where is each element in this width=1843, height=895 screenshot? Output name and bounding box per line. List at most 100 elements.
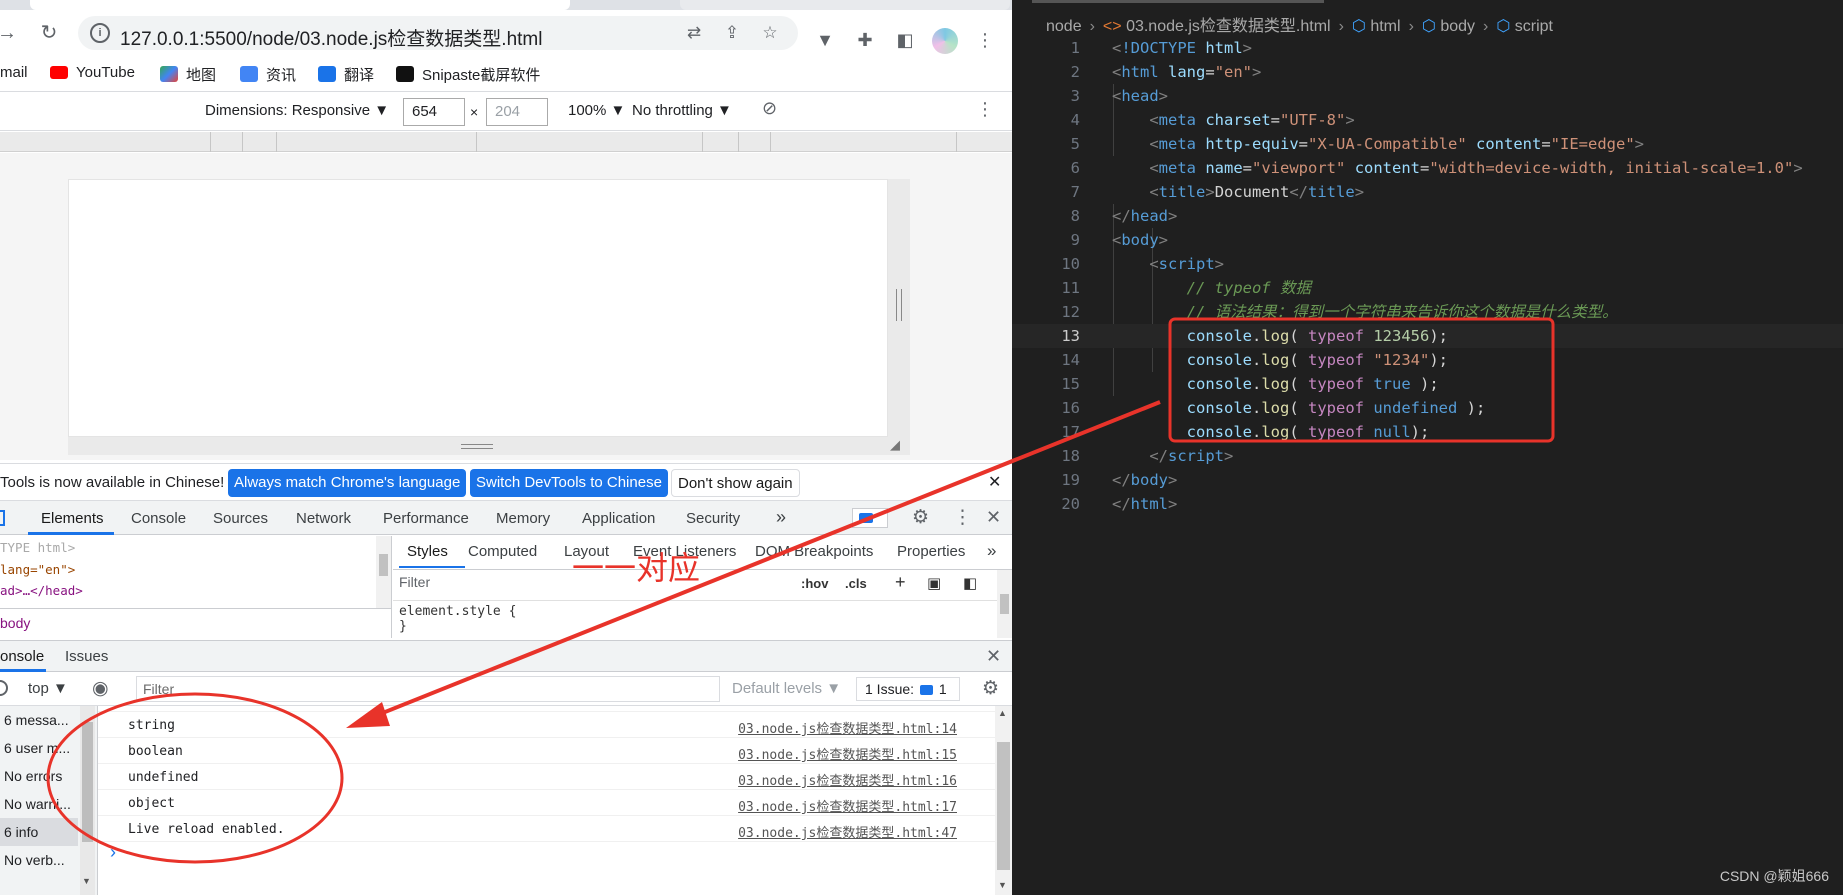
sidebar-item-messages[interactable]: 6 messa... — [0, 706, 78, 734]
dimensions-dropdown[interactable]: Dimensions: Responsive ▼ — [205, 102, 389, 119]
scroll-down-icon[interactable]: ▼ — [998, 880, 1007, 890]
source-link[interactable]: 03.node.js检查数据类型.html:17 — [738, 796, 957, 815]
browser-tab-inactive[interactable] — [680, 0, 1010, 10]
source-link[interactable]: 03.node.js检查数据类型.html:14 — [738, 718, 957, 737]
more-styles-tabs-icon[interactable]: » — [987, 541, 996, 561]
scroll-thumb[interactable] — [379, 554, 388, 576]
address-bar[interactable]: i 127.0.0.1:5500/node/03.node.js检查数据类型.h… — [78, 16, 798, 50]
tab-security[interactable]: Security — [686, 510, 740, 527]
switch-chinese-button[interactable]: Switch DevTools to Chinese — [470, 469, 668, 497]
tab-application[interactable]: Application — [582, 510, 655, 527]
dom-node-head[interactable]: ad>…</head> — [0, 583, 83, 598]
bookmark-translate[interactable]: 翻译 — [318, 64, 374, 85]
media-query-ruler[interactable] — [0, 132, 1012, 152]
class-toggle[interactable]: .cls — [845, 576, 867, 591]
issues-badge[interactable] — [852, 508, 888, 528]
crumb-script[interactable]: script — [1515, 18, 1553, 35]
tab-network[interactable]: Network — [296, 510, 351, 527]
dom-node-html[interactable]: lang="en"> — [0, 562, 75, 577]
scroll-thumb[interactable] — [1000, 594, 1009, 614]
elements-scrollbar[interactable] — [376, 536, 391, 608]
console-filter-input[interactable]: Filter — [136, 676, 720, 702]
corner-resize-icon[interactable]: ◢ — [890, 437, 900, 453]
scroll-down-icon[interactable]: ▼ — [82, 876, 91, 886]
sidebar-item-verbose[interactable]: No verb... — [0, 846, 78, 874]
bookmark-snipaste[interactable]: Snipaste截屏软件 — [396, 64, 540, 85]
sidebar-item-user-messages[interactable]: 6 user m... — [0, 734, 78, 762]
star-icon[interactable]: ☆ — [758, 22, 782, 44]
context-selector[interactable]: top ▼ — [28, 680, 68, 697]
console-prompt[interactable]: › — [110, 842, 116, 863]
reload-icon[interactable]: ↻ — [34, 18, 64, 48]
crumb-file[interactable]: 03.node.js检查数据类型.html — [1126, 18, 1331, 35]
crumb-html[interactable]: html — [1370, 18, 1400, 35]
crumb-body[interactable]: body — [1440, 18, 1475, 35]
crumb-folder[interactable]: node — [1046, 18, 1082, 35]
console-settings-gear-icon[interactable]: ⚙ — [982, 677, 999, 700]
more-tabs-icon[interactable]: » — [776, 507, 786, 528]
new-rule-icon[interactable]: + — [895, 572, 906, 593]
tab-sources[interactable]: Sources — [213, 510, 268, 527]
console-scrollbar[interactable]: ▲ ▼ — [995, 706, 1012, 895]
forward-icon[interactable]: → — [0, 18, 22, 48]
tab-elements[interactable]: Elements — [41, 510, 104, 527]
bookmark-mail[interactable]: mail — [0, 64, 28, 81]
scroll-up-icon[interactable]: ▲ — [998, 708, 1007, 718]
dom-node-doctype[interactable]: TYPE html> — [0, 540, 75, 555]
close-icon[interactable]: ✕ — [988, 472, 1001, 492]
element-style-rule[interactable]: element.style { } — [399, 604, 516, 634]
sidebar-item-info[interactable]: 6 info — [0, 818, 78, 846]
live-expression-eye-icon[interactable]: ◉ — [92, 677, 109, 700]
tab-styles[interactable]: Styles — [407, 543, 448, 560]
toggle-sidebar-icon[interactable]: ◧ — [963, 574, 977, 592]
close-drawer-icon[interactable]: ✕ — [986, 646, 1001, 667]
share-icon[interactable]: ⇪ — [720, 22, 744, 44]
source-link[interactable]: 03.node.js检查数据类型.html:15 — [738, 744, 957, 763]
tab-memory[interactable]: Memory — [496, 510, 550, 527]
rendered-page[interactable] — [68, 179, 888, 437]
devtools-more-icon[interactable]: ⋮ — [953, 506, 972, 529]
sidebar-item-errors[interactable]: No errors — [0, 762, 78, 790]
clear-console-icon[interactable] — [0, 680, 8, 696]
throttling-dropdown[interactable]: No throttling ▼ — [632, 102, 732, 119]
drawer-tab-issues[interactable]: Issues — [65, 648, 108, 665]
dont-show-button[interactable]: Don't show again — [671, 469, 800, 497]
zoom-dropdown[interactable]: 100% ▼ — [568, 102, 625, 119]
drawer-tab-console[interactable]: onsole — [0, 648, 44, 665]
height-input[interactable]: 204 — [486, 98, 548, 126]
sidebar-item-warnings[interactable]: No warni... — [0, 790, 78, 818]
side-panel-icon[interactable]: ◧ — [892, 28, 918, 52]
menu-kebab-icon[interactable]: ⋮ — [972, 28, 998, 52]
resize-handle-bottom[interactable]: ◢ — [68, 437, 910, 455]
vue-extension-icon[interactable]: ▼ — [812, 28, 838, 52]
elements-tree[interactable]: TYPE html> lang="en"> ad>…</head> — [0, 536, 392, 608]
extensions-icon[interactable]: ✚ — [852, 28, 878, 52]
browser-tab[interactable] — [30, 0, 570, 10]
profile-avatar[interactable] — [932, 28, 958, 54]
inspect-icon[interactable] — [0, 510, 5, 526]
tab-properties[interactable]: Properties — [897, 543, 965, 560]
scroll-thumb[interactable] — [82, 722, 93, 842]
rotate-icon[interactable]: ⊘ — [762, 98, 777, 119]
settings-gear-icon[interactable]: ⚙ — [912, 506, 929, 529]
bookmark-news[interactable]: 资讯 — [240, 64, 296, 85]
tab-computed[interactable]: Computed — [468, 543, 537, 560]
bookmark-map[interactable]: 地图 — [160, 64, 216, 85]
resize-handle-right[interactable] — [888, 179, 910, 437]
device-more-icon[interactable]: ⋮ — [976, 99, 994, 120]
tab-performance[interactable]: Performance — [383, 510, 469, 527]
hover-state-toggle[interactable]: :hov — [801, 576, 828, 591]
source-link[interactable]: 03.node.js检查数据类型.html:47 — [738, 822, 957, 841]
site-info-icon[interactable]: i — [90, 23, 110, 43]
sidebar-scrollbar[interactable]: ▼ — [80, 706, 95, 895]
tab-dom-breakpoints[interactable]: DOM Breakpoints — [755, 543, 873, 560]
tab-console[interactable]: Console — [131, 510, 186, 527]
translate-icon[interactable]: ⇄ — [682, 22, 706, 44]
paint-icon[interactable]: ▣ — [927, 574, 941, 592]
scroll-thumb[interactable] — [997, 742, 1010, 870]
width-input[interactable]: 654 — [403, 98, 465, 126]
bookmark-youtube[interactable]: YouTube — [50, 64, 135, 81]
log-levels-dropdown[interactable]: Default levels ▼ — [732, 680, 841, 697]
close-devtools-icon[interactable]: ✕ — [986, 507, 1001, 528]
crumb-body[interactable]: body — [0, 615, 30, 631]
